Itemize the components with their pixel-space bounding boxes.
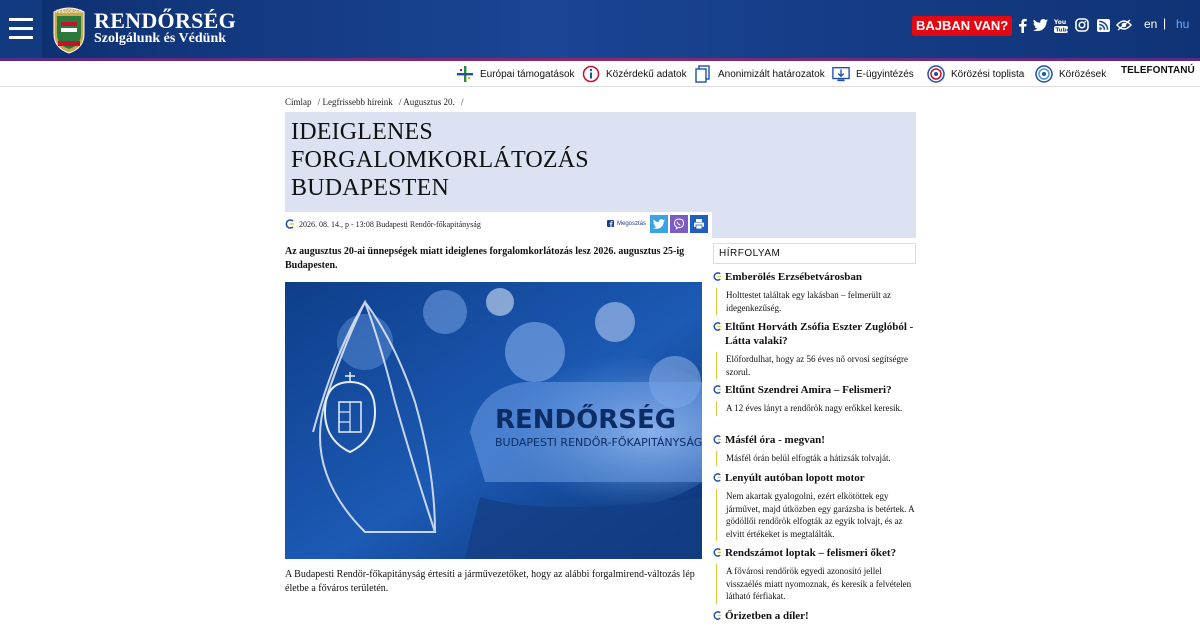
nav-phone-witness[interactable]: TELEFONTANÚ bbox=[1121, 65, 1195, 76]
police-mini-logo-icon bbox=[713, 435, 722, 444]
feed-item-title[interactable]: Eltűnt Horváth Zsófia Eszter Zuglóból - … bbox=[725, 321, 913, 347]
police-mini-logo-icon bbox=[713, 611, 722, 620]
facebook-share-button[interactable]: Megosztás bbox=[607, 220, 646, 227]
article-title-line-3: BUDAPESTEN bbox=[291, 175, 450, 201]
svg-text:Tube: Tube bbox=[1056, 27, 1069, 32]
nav-wanted[interactable]: Körözések bbox=[1035, 63, 1106, 85]
feed-item-summary: Előfordulhat, hogy az 56 éves nő orvosi … bbox=[716, 352, 916, 379]
menu-bar-icon bbox=[9, 27, 33, 30]
police-mini-logo-icon bbox=[713, 548, 722, 557]
document-icon bbox=[694, 65, 712, 83]
svg-text:You: You bbox=[1054, 19, 1066, 26]
viber-icon bbox=[673, 218, 685, 230]
police-mini-logo-icon bbox=[713, 272, 722, 281]
nav-wanted-toplist[interactable]: Körözési toplista bbox=[927, 63, 1024, 85]
nav-public-data[interactable]: Közérdekű adatok bbox=[582, 63, 687, 85]
brand-subtitle: Szolgálunk és Védünk bbox=[94, 31, 227, 46]
feed-item-summary: A 12 éves lányt a rendőrök nagy erőkkel … bbox=[716, 401, 916, 416]
police-mini-logo-icon bbox=[713, 322, 722, 331]
twitter-icon[interactable] bbox=[1031, 15, 1049, 35]
article-lead: Az augusztus 20-ai ünnepségek miatt idei… bbox=[285, 246, 685, 271]
feed-item[interactable]: Eltűnt Horváth Zsófia Eszter Zuglóból - … bbox=[713, 320, 916, 379]
feed-item-title[interactable]: Rendszámot loptak – felismeri őket? bbox=[725, 547, 896, 559]
feed-item[interactable]: Emberölés Erzsébetvárosban Holttestet ta… bbox=[713, 270, 916, 315]
facebook-icon[interactable] bbox=[1013, 15, 1031, 35]
language-separator: | bbox=[1163, 16, 1167, 30]
nav-e-administration[interactable]: E-ügyintézés bbox=[832, 63, 914, 85]
print-icon bbox=[694, 219, 704, 230]
breadcrumb: Címlap / Legfrissebb híreink / Augusztus… bbox=[285, 97, 468, 107]
feed-item-summary: Másfél órán belül elfogták a hátizsák to… bbox=[716, 451, 916, 466]
nav-label: Európai támogatások bbox=[480, 68, 575, 80]
rss-icon[interactable] bbox=[1094, 15, 1112, 35]
target-icon bbox=[927, 65, 945, 83]
feed-item-summary: Nem akartak gyalogolni, ezért elkötöttek… bbox=[716, 489, 916, 541]
youtube-icon[interactable]: YouTube bbox=[1052, 15, 1070, 35]
image-subtitle-text: BUDAPESTI RENDŐR-FŐKAPITÁNYSÁG bbox=[495, 435, 702, 449]
nav-anonymized-decisions[interactable]: Anonimizált határozatok bbox=[694, 63, 825, 85]
menu-bar-icon bbox=[9, 36, 33, 39]
feed-item[interactable]: Őrizetben a díler! bbox=[713, 609, 916, 623]
feed-item-title[interactable]: Őrizetben a díler! bbox=[725, 610, 809, 622]
twitter-share-button[interactable] bbox=[650, 215, 668, 233]
breadcrumb-latest-news[interactable]: / Legfrissebb híreink bbox=[318, 97, 393, 107]
nav-european-support[interactable]: Európai támogatások bbox=[456, 63, 575, 85]
print-button[interactable] bbox=[690, 215, 708, 233]
menu-bar-icon bbox=[9, 18, 33, 21]
language-hu-link[interactable]: hu bbox=[1176, 17, 1189, 31]
feed-item-title[interactable]: Emberölés Erzsébetvárosban bbox=[725, 271, 862, 283]
nav-label: Közérdekű adatok bbox=[606, 68, 687, 80]
feed-item[interactable]: Eltűnt Szendrei Amira – Felismeri? A 12 … bbox=[713, 383, 916, 416]
info-icon bbox=[582, 65, 600, 83]
article-body-text: A Budapesti Rendőr-főkapitányság értesít… bbox=[285, 569, 695, 594]
language-en-link[interactable]: en bbox=[1144, 17, 1157, 31]
target-icon bbox=[1035, 65, 1053, 83]
article-title-line-1: IDEIGLENES bbox=[291, 119, 433, 145]
breadcrumb-separator: / bbox=[461, 97, 464, 107]
hamburger-menu-button[interactable] bbox=[0, 0, 42, 58]
feed-item-title[interactable]: Másfél óra - megvan! bbox=[725, 434, 825, 446]
nav-label: Anonimizált határozatok bbox=[718, 68, 825, 80]
feed-item-summary: Holttestet találtak egy lakásban – felme… bbox=[716, 288, 916, 315]
breadcrumb-home[interactable]: Címlap bbox=[285, 97, 312, 107]
download-icon bbox=[832, 65, 850, 83]
feed-item[interactable]: Másfél óra - megvan! Másfél órán belül e… bbox=[713, 433, 916, 466]
police-mini-logo-icon bbox=[713, 473, 722, 482]
feed-item[interactable]: Rendszámot loptak – felismeri őket? A fő… bbox=[713, 546, 916, 604]
svg-text:RENDŐRSÉG: RENDŐRSÉG bbox=[56, 9, 81, 14]
eu-support-icon bbox=[456, 65, 474, 83]
feed-item-title[interactable]: Eltűnt Szendrei Amira – Felismeri? bbox=[725, 384, 892, 396]
feed-item[interactable]: Lenyúlt autóban lopott motor Nem akartak… bbox=[713, 471, 916, 541]
article-title-line-2: FORGALOMKORLÁTOZÁS bbox=[291, 147, 589, 173]
emergency-button[interactable]: BAJBAN VAN? bbox=[912, 16, 1013, 36]
nav-label: E-ügyintézés bbox=[856, 68, 914, 80]
nav-label: Körözési toplista bbox=[951, 68, 1025, 80]
feed-item-title[interactable]: Lenyúlt autóban lopott motor bbox=[725, 472, 865, 484]
accessibility-icon[interactable] bbox=[1115, 15, 1133, 35]
viber-share-button[interactable] bbox=[670, 215, 688, 233]
police-crest-logo[interactable]: RENDŐRSÉG bbox=[50, 4, 88, 54]
news-feed-heading: HÍRFOLYAM bbox=[713, 243, 916, 264]
nav-label: Körözések bbox=[1059, 68, 1107, 80]
instagram-icon[interactable] bbox=[1073, 15, 1091, 35]
breadcrumb-aug20[interactable]: / Augusztus 20. bbox=[399, 97, 455, 107]
article-meta-row: 2026. 08. 14., p - 13:08 Budapesti Rendő… bbox=[285, 212, 712, 238]
share-label: Megosztás bbox=[617, 220, 647, 227]
article-date-author: 2026. 08. 14., p - 13:08 Budapesti Rendő… bbox=[299, 220, 481, 229]
twitter-icon bbox=[653, 219, 665, 229]
police-mini-logo-icon bbox=[713, 385, 722, 394]
facebook-icon bbox=[607, 220, 614, 227]
secondary-nav: Európai támogatások Közérdekű adatok Ano… bbox=[0, 61, 1200, 87]
article-hero-image: RENDŐRSÉG BUDAPESTI RENDŐR-FŐKAPITÁNYSÁG bbox=[285, 282, 702, 559]
police-mini-logo-icon bbox=[285, 219, 294, 229]
image-title-text: RENDŐRSÉG bbox=[495, 403, 676, 435]
feed-item-summary: A fővárosi rendőrök egyedi azonosító jel… bbox=[716, 564, 916, 604]
